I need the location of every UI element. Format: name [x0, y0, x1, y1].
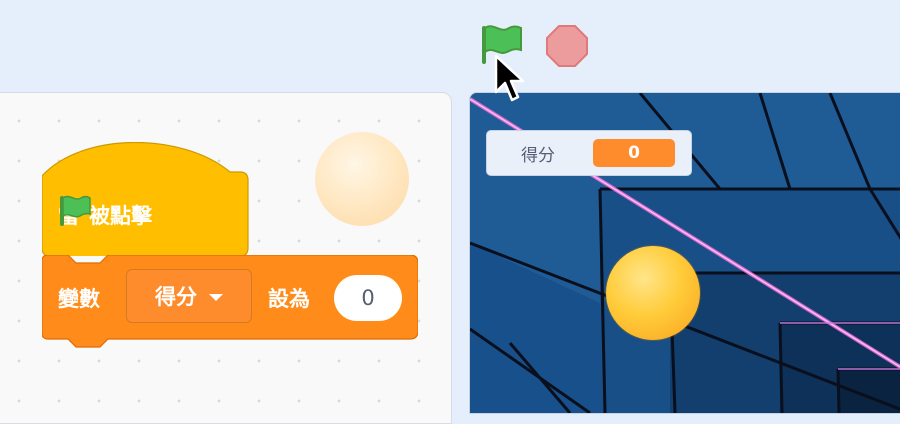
stage-header [0, 0, 900, 92]
green-flag-icon [482, 25, 522, 64]
green-flag-button[interactable] [479, 22, 523, 66]
ball-sprite[interactable] [606, 246, 700, 340]
variable-dropdown-value: 得分 [155, 285, 197, 309]
stop-button[interactable] [545, 24, 589, 68]
stop-icon [546, 25, 588, 67]
green-flag-icon [60, 195, 91, 226]
variable-dropdown[interactable]: 得分 [126, 269, 252, 323]
monitor-value: 0 [593, 139, 675, 167]
set-to-label: 設為 [268, 287, 310, 311]
variable-block-label: 變數 [58, 287, 100, 311]
sprite-thumbnail[interactable] [315, 132, 409, 226]
monitor-label: 得分 [521, 145, 555, 166]
set-variable-block[interactable]: 變數 得分 設為 0 [42, 255, 418, 353]
value-input[interactable]: 0 [334, 275, 402, 321]
chevron-down-icon [209, 293, 223, 301]
variable-monitor[interactable]: 得分 0 [486, 130, 692, 176]
hat-block-suffix: 被點擊 [89, 204, 152, 228]
when-flag-clicked-block[interactable]: 當 被點擊 [42, 142, 250, 256]
